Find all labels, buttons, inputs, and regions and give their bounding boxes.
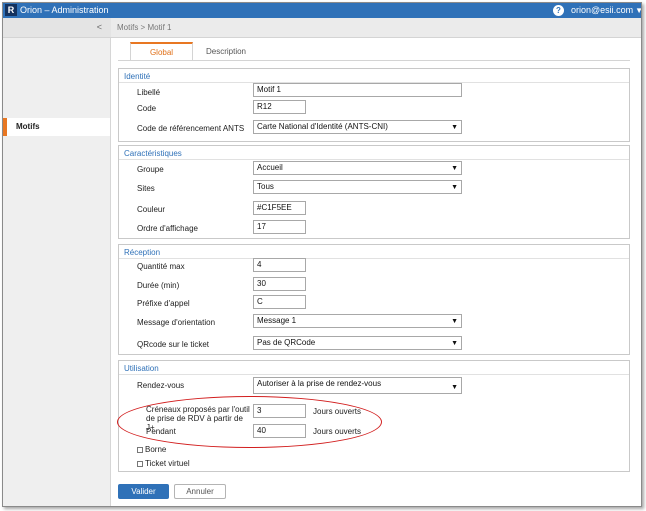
user-menu[interactable]: orion@esii.com▼ [571,5,641,16]
section-title-utilisation: Utilisation [124,364,159,373]
duree-label: Durée (min) [137,281,180,290]
libelle-label: Libellé [137,88,161,97]
qrcode-select[interactable]: Pas de QRCode ▼ [253,336,462,350]
message-select-value: Message 1 [257,316,297,325]
ants-select[interactable]: Carte National d'Identité (ANTS-CNI) ▼ [253,120,462,134]
divider [119,374,629,375]
chevron-down-icon: ▼ [451,384,458,391]
breadcrumb: Motifs > Motif 1 [117,23,172,32]
quantite-label: Quantité max [137,262,185,271]
main-header: Motifs > Motif 1 [111,18,641,38]
section-title-identite: Identité [124,72,151,81]
ordre-label: Ordre d'affichage [137,224,198,233]
borne-label: Borne [145,445,167,454]
sidebar-header: < [3,18,111,38]
sites-select-value: Tous [257,182,274,191]
top-bar: R Orion – Administration ? orion@esii.co… [3,3,641,18]
app-logo: R [5,4,17,16]
collapse-sidebar-icon[interactable]: < [97,22,102,32]
qrcode-label: QRcode sur le ticket [137,340,210,349]
section-title-reception: Réception [124,248,161,257]
rdv-select-value: Autoriser à la prise de rendez-vous [257,379,382,388]
couleur-input[interactable]: #C1F5EE [253,201,306,215]
message-select[interactable]: Message 1 ▼ [253,314,462,328]
chevron-down-icon: ▼ [451,318,458,325]
chevron-down-icon: ▼ [451,340,458,347]
chevron-down-icon: ▼ [451,165,458,172]
groupe-select[interactable]: Accueil ▼ [253,161,462,175]
sites-select[interactable]: Tous ▼ [253,180,462,194]
tab-bar: Global Description [130,42,270,61]
borne-option[interactable]: Borne [137,445,166,454]
ordre-input[interactable]: 17 [253,220,306,234]
borne-checkbox[interactable] [137,447,143,453]
ticket-virtuel-checkbox[interactable] [137,461,143,467]
couleur-label: Couleur [137,205,166,214]
help-icon[interactable]: ? [553,5,564,16]
libelle-input[interactable]: Motif 1 [253,83,462,97]
quantite-input[interactable]: 4 [253,258,306,272]
chevron-down-icon: ▼ [451,124,458,131]
tab-divider [118,60,630,61]
divider [119,159,629,160]
divider [119,258,629,259]
annuler-button[interactable]: Annuler [174,484,226,499]
message-label: Message d'orientation [137,318,216,327]
section-identite: Identité Libellé Motif 1 Code R12 Code d… [118,68,630,142]
code-label: Code [137,104,157,113]
rdv-select[interactable]: Autoriser à la prise de rendez-vous ▼ [253,377,462,394]
groupe-select-value: Accueil [257,163,283,172]
ants-select-value: Carte National d'Identité (ANTS-CNI) [257,122,388,131]
valider-button[interactable]: Valider [118,484,169,499]
prefixe-label: Préfixe d'appel [137,299,190,308]
section-reception: Réception Quantité max 4 Durée (min) 30 … [118,244,630,355]
ants-label: Code de référencement ANTS [137,124,245,133]
prefixe-input[interactable]: C [253,295,306,309]
section-caracteristiques: Caractéristiques Groupe Accueil ▼ Sites … [118,145,630,239]
user-email: orion@esii.com [571,5,634,15]
qrcode-select-value: Pas de QRCode [257,338,316,347]
app-title: Orion – Administration [20,5,109,15]
section-title-caracteristiques: Caractéristiques [124,149,182,158]
tab-global[interactable]: Global [130,42,193,61]
chevron-down-icon: ▼ [451,184,458,191]
tab-description[interactable]: Description [196,42,256,61]
highlight-annotation [117,396,382,448]
sidebar: < Motifs [3,18,111,506]
sidebar-item-motifs[interactable]: Motifs [3,118,110,136]
sites-label: Sites [137,184,155,193]
groupe-label: Groupe [137,165,164,174]
rdv-label: Rendez-vous [137,381,185,390]
ticket-virtuel-option[interactable]: Ticket virtuel [137,459,190,468]
ticket-virtuel-label: Ticket virtuel [145,459,190,468]
chevron-down-icon: ▼ [635,6,641,15]
code-input[interactable]: R12 [253,100,306,114]
duree-input[interactable]: 30 [253,277,306,291]
